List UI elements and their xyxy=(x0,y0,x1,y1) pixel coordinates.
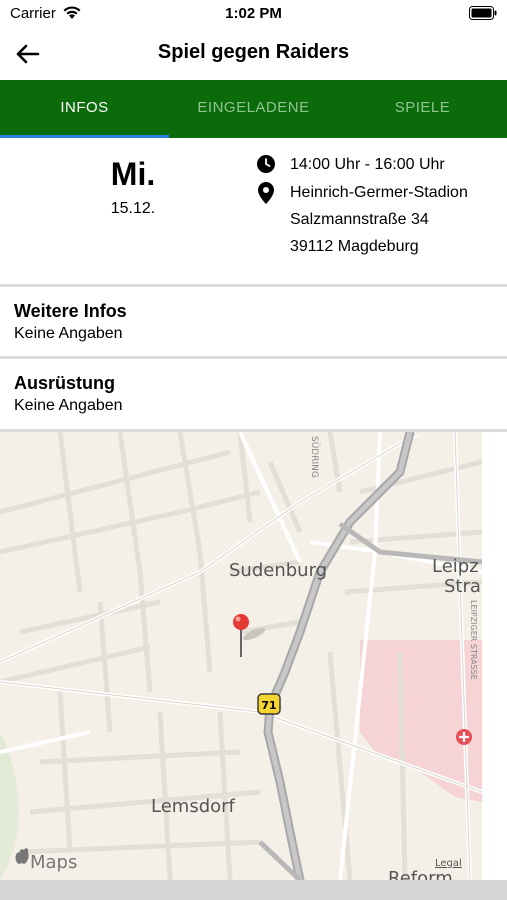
navigation-bar: Spiel gegen Raiders xyxy=(0,28,507,80)
map-view[interactable]: Sudenburg Lemsdorf Leipz Stra Reform SÜD… xyxy=(0,432,482,880)
clock-label: 1:02 PM xyxy=(225,5,282,22)
status-bar: Carrier 1:02 PM xyxy=(0,0,507,28)
time-range: 14:00 Uhr - 16:00 Uhr xyxy=(290,156,445,173)
event-summary: Mi. 15.12. 14:00 Uhr - 16:00 Uhr Heinric… xyxy=(0,138,507,284)
venue-name: Heinrich-Germer-Stadion xyxy=(290,184,468,201)
bottom-bar xyxy=(0,880,507,900)
section-value: Keine Angaben xyxy=(14,397,123,414)
page-title: Spiel gegen Raiders xyxy=(157,41,350,63)
map-label-reform: Reform xyxy=(388,868,453,880)
tab-infos[interactable]: INFOS xyxy=(0,80,169,138)
legal-link[interactable]: Legal xyxy=(435,858,462,869)
tab-spiele[interactable]: SPIELE xyxy=(338,80,507,138)
battery-icon xyxy=(469,6,497,20)
road-shield: 71 xyxy=(257,693,281,715)
map-label-stra: Stra xyxy=(444,576,481,597)
maps-label: Maps xyxy=(30,852,77,873)
hospital-icon xyxy=(456,729,472,745)
section-title: Ausrüstung xyxy=(14,373,115,393)
road-shield-label: 71 xyxy=(261,699,276,712)
date-label: 15.12. xyxy=(110,200,156,217)
tab-label: EINGELADENE xyxy=(197,99,310,116)
tab-label: SPIELE xyxy=(394,99,451,116)
divider xyxy=(0,284,507,287)
location-pin-icon xyxy=(258,182,274,204)
map-label-leipziger-strasse: LEIPZIGER STRASSE xyxy=(469,600,478,680)
map-label-lemsdorf: Lemsdorf xyxy=(151,796,236,817)
tab-bar: INFOS EINGELADENE SPIELE xyxy=(0,80,507,138)
map-label-leipz: Leipz xyxy=(432,556,479,577)
weekday-label: Mi. xyxy=(110,156,156,192)
clock-icon xyxy=(257,155,275,173)
venue-city: 39112 Magdeburg xyxy=(290,238,419,255)
map-label-sudring: SÜDRING xyxy=(309,436,320,478)
section-value: Keine Angaben xyxy=(14,325,123,342)
tab-eingeladene[interactable]: EINGELADENE xyxy=(169,80,338,138)
section-title: Weitere Infos xyxy=(14,301,127,321)
map-canvas: Sudenburg Lemsdorf Leipz Stra Reform SÜD… xyxy=(0,432,482,880)
map-side-strip xyxy=(482,432,507,880)
divider xyxy=(0,356,507,359)
tab-label: INFOS xyxy=(60,99,109,116)
map-label-sudenburg: Sudenburg xyxy=(229,560,327,581)
venue-street: Salzmannstraße 34 xyxy=(290,211,429,228)
equipment-section: Ausrüstung Keine Angaben xyxy=(14,373,123,415)
info-section: Weitere Infos Keine Angaben xyxy=(14,301,127,343)
